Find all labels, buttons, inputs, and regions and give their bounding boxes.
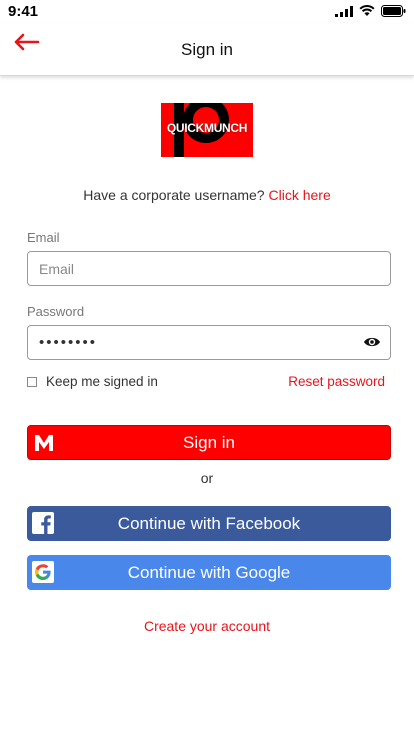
google-icon: [32, 561, 54, 583]
facebook-button[interactable]: Continue with Facebook: [27, 506, 391, 541]
page-title: Sign in: [181, 40, 233, 59]
facebook-icon: [32, 512, 54, 534]
sign-in-button-label: Sign in: [183, 432, 235, 452]
keep-signed-in-checkbox[interactable]: [27, 377, 37, 387]
facebook-button-label: Continue with Facebook: [117, 513, 301, 533]
brand-logo: QUICKMUNCH: [161, 103, 253, 157]
password-field-wrapper: [27, 325, 391, 360]
email-label: Email: [27, 230, 60, 245]
wifi-icon: [359, 5, 375, 16]
sign-in-button[interactable]: Sign in: [27, 425, 391, 460]
or-divider: or: [200, 470, 214, 486]
battery-icon: [381, 5, 406, 17]
logo-text: QUICKMUNCH: [166, 121, 248, 135]
corporate-prompt: Have a corporate username? Click here: [0, 187, 414, 203]
corporate-question: Have a corporate username?: [83, 187, 265, 203]
m-brand-icon: [35, 435, 53, 451]
corporate-click-here-link[interactable]: Click here: [268, 187, 330, 203]
keep-signed-in-row: Keep me signed in Reset password: [27, 374, 391, 390]
status-bar: 9:41: [0, 0, 414, 24]
password-field[interactable]: [27, 325, 391, 360]
email-field[interactable]: [27, 251, 391, 286]
reset-password-link[interactable]: Reset password: [288, 374, 385, 389]
status-time: 9:41: [8, 3, 39, 20]
nav-bar: Sign in: [0, 24, 414, 76]
google-button-label: Continue with Google: [127, 562, 291, 582]
signal-icon: [335, 5, 353, 17]
status-icons: [335, 5, 406, 17]
google-button[interactable]: Continue with Google: [27, 555, 391, 590]
password-label: Password: [27, 304, 85, 319]
keep-signed-in-label: Keep me signed in: [46, 374, 158, 389]
create-account-link[interactable]: Create your account: [0, 618, 414, 634]
eye-icon[interactable]: [363, 335, 381, 349]
